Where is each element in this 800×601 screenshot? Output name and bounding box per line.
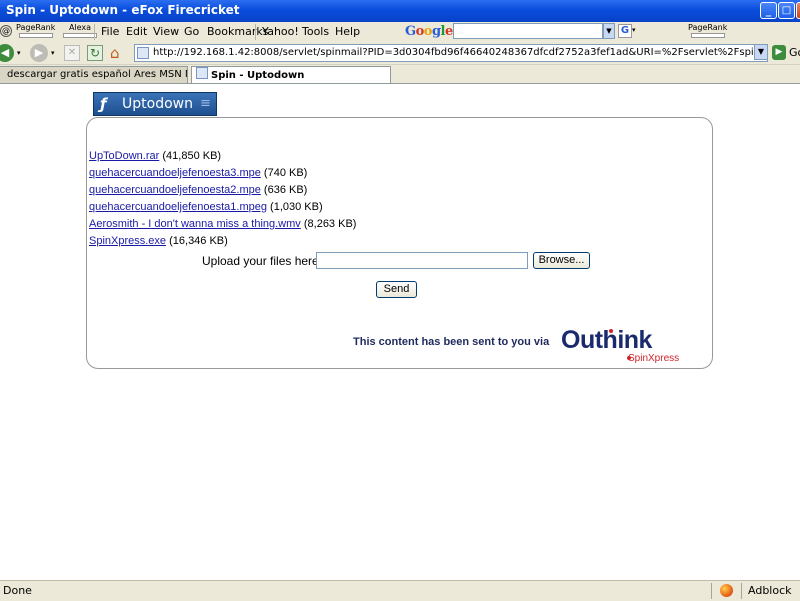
file-row: UpToDown.rar (41,850 KB) <box>89 150 221 162</box>
home-icon[interactable]: ⌂ <box>110 44 129 62</box>
url-text: http://192.168.1.42:8008/servlet/spinmai… <box>153 47 768 58</box>
menu-file[interactable]: File <box>101 25 119 38</box>
file-link[interactable]: quehacercuandoeljefenoesta3.mpe <box>89 167 261 179</box>
file-row: quehacercuandoeljefenoesta2.mpe (636 KB) <box>89 184 307 196</box>
file-size: (740 KB) <box>263 167 308 179</box>
url-bar[interactable]: http://192.168.1.42:8008/servlet/spinmai… <box>134 44 768 62</box>
back-arrow-icon[interactable]: ◀ <box>0 44 14 62</box>
send-button[interactable]: Send <box>376 281 417 298</box>
file-link[interactable]: quehacercuandoeljefenoesta1.mpeg <box>89 201 267 213</box>
minimize-button[interactable]: _ <box>760 2 777 19</box>
pagerank-label-2: PageRank <box>688 23 728 32</box>
file-link[interactable]: UpToDown.rar <box>89 150 159 162</box>
file-size: (1,030 KB) <box>270 201 323 213</box>
file-link[interactable]: Aerosmith - I don't wanna miss a thing.w… <box>89 218 301 230</box>
go-button-label[interactable]: Go <box>789 46 800 59</box>
google-logo[interactable]: Google▾ <box>405 24 456 39</box>
menu-tools[interactable]: Tools <box>302 25 329 38</box>
uptodown-header-badge: ƒ Uptodown ≡ <box>93 92 217 116</box>
alexa-widget[interactable]: Alexa <box>63 23 97 38</box>
tab-label: Spin - Uptodown <box>211 70 305 81</box>
alexa-label: Alexa <box>68 23 92 32</box>
forward-arrow-icon[interactable]: ▶ <box>30 44 48 62</box>
toolbar-divider <box>94 24 95 40</box>
close-button[interactable] <box>796 2 800 19</box>
maximize-button[interactable]: □ <box>778 2 795 19</box>
alexa-bar <box>63 33 97 38</box>
menu-lines-icon: ≡ <box>200 96 211 111</box>
menu-edit[interactable]: Edit <box>126 25 147 38</box>
go-arrow-icon[interactable]: ▶ <box>772 45 786 60</box>
file-row: quehacercuandoeljefenoesta1.mpeg (1,030 … <box>89 201 323 213</box>
toolbar-divider <box>255 24 256 40</box>
title-bar: Spin - Uptodown - eFox Firecricket _ □ <box>0 0 800 22</box>
firefox-icon[interactable] <box>720 584 733 597</box>
uptodown-logo-icon: ƒ <box>100 95 107 113</box>
back-dropdown-icon[interactable]: ▾ <box>17 49 21 57</box>
file-link[interactable]: SpinXpress.exe <box>89 235 166 247</box>
file-row: SpinXpress.exe (16,346 KB) <box>89 235 228 247</box>
forward-dropdown-icon[interactable]: ▾ <box>51 49 55 57</box>
upload-label: Upload your files here <box>202 254 319 268</box>
tab-bar: descargar gratis español Ares MSN Messen… <box>0 65 800 84</box>
status-divider <box>711 583 712 599</box>
google-search-dropdown[interactable]: ▼ <box>603 23 615 39</box>
chevron-down-icon[interactable]: ▾ <box>632 26 636 34</box>
menu-help[interactable]: Help <box>335 25 360 38</box>
pagerank-icon[interactable]: @ <box>0 25 12 37</box>
tab-descargar[interactable]: descargar gratis español Ares MSN Messen… <box>0 66 188 83</box>
pagerank-label: PageRank <box>16 23 56 32</box>
browse-button[interactable]: Browse... <box>533 252 590 269</box>
menu-bar: @ PageRank Alexa File Edit View Go Bookm… <box>0 22 800 43</box>
pagerank-bar <box>18 33 53 38</box>
file-row: Aerosmith - I don't wanna miss a thing.w… <box>89 218 356 230</box>
file-size: (41,850 KB) <box>162 150 222 162</box>
file-size: (8,263 KB) <box>303 218 357 230</box>
adblock-button[interactable]: Adblock <box>748 584 792 597</box>
google-search-button[interactable]: G <box>618 24 632 38</box>
pagerank-widget[interactable]: PageRank <box>16 23 55 38</box>
google-search-input[interactable] <box>453 23 603 39</box>
menu-view[interactable]: View <box>153 25 179 38</box>
uptodown-header-label: Uptodown <box>122 96 193 112</box>
url-dropdown-icon[interactable]: ▼ <box>754 44 768 60</box>
page-favicon-icon <box>137 47 149 59</box>
menu-yahoo[interactable]: Yahoo! <box>262 25 299 38</box>
menu-bookmarks[interactable]: Bookmarks <box>207 25 268 38</box>
sent-via-text: This content has been sent to you via <box>353 336 550 348</box>
outhink-logo: Outhink <box>561 326 652 354</box>
tab-favicon-icon <box>196 67 208 79</box>
spinxpress-logo-text: SpinXpress <box>628 353 680 364</box>
logo-accent-dot <box>609 329 613 333</box>
file-size: (636 KB) <box>263 184 308 196</box>
file-link[interactable]: quehacercuandoeljefenoesta2.mpe <box>89 184 261 196</box>
window-title: Spin - Uptodown - eFox Firecricket <box>6 3 240 17</box>
tab-spin-uptodown[interactable]: Spin - Uptodown <box>191 66 391 83</box>
status-divider <box>741 583 742 599</box>
status-text: Done <box>3 584 32 597</box>
menu-go[interactable]: Go <box>184 25 199 38</box>
reload-icon[interactable]: ↻ <box>87 45 103 61</box>
pagerank-widget-2[interactable]: PageRank <box>688 23 727 38</box>
file-size: (16,346 KB) <box>169 235 228 247</box>
file-row: quehacercuandoeljefenoesta3.mpe (740 KB) <box>89 167 307 179</box>
tab-label: descargar gratis español Ares MSN Messen… <box>7 69 187 80</box>
upload-file-input[interactable] <box>316 252 528 269</box>
status-bar: Done Adblock <box>0 580 800 601</box>
navigation-bar: ◀ ▾ ▶ ▾ ✕ ↻ ⌂ http://192.168.1.42:8008/s… <box>0 42 800 65</box>
pagerank-bar-2 <box>690 33 725 38</box>
stop-icon[interactable]: ✕ <box>64 45 80 61</box>
